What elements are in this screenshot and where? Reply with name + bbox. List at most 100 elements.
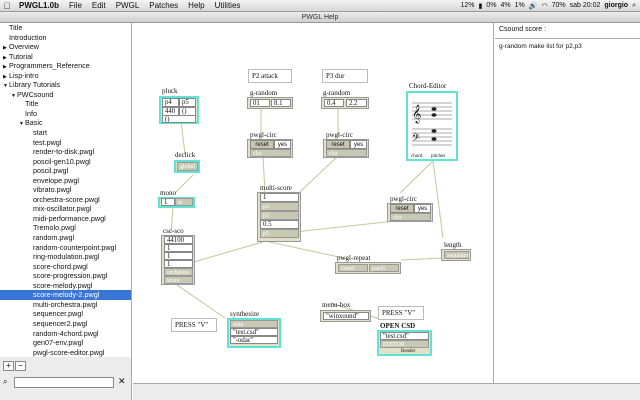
multi-score-in-3[interactable]: p3: [260, 211, 299, 220]
circ-3-yes-button[interactable]: yes: [414, 204, 431, 213]
comment-press-v-1[interactable]: PRESS "V": [171, 318, 217, 332]
open-csd-render[interactable]: Render: [401, 349, 415, 354]
tree-item[interactable]: ▼Library Tutorials: [0, 80, 131, 90]
tree-item[interactable]: poscil.pwgl: [0, 166, 131, 176]
tree-item[interactable]: sequencer2.pwgl: [0, 319, 131, 329]
help-tree[interactable]: Title Introduction ▶ Overview ▶ Tutorial ▶ Prog…: [0, 23, 132, 357]
open-csd-file[interactable]: "test.csd": [380, 332, 429, 340]
circ-3-out[interactable]: clst: [390, 213, 431, 221]
tree-item[interactable]: Tremolo.pwgl: [0, 223, 131, 233]
tree-item[interactable]: ▼Basic: [0, 118, 131, 128]
menu-pwgl[interactable]: PWGL: [111, 1, 145, 10]
csc-sco-in-1[interactable]: 44100: [164, 236, 193, 244]
circ-1-yes-button[interactable]: yes: [274, 140, 291, 149]
menu-patches[interactable]: Patches: [144, 1, 183, 10]
tree-item[interactable]: ▶ Tutorial: [0, 52, 131, 62]
g-random-1-in-2[interactable]: 8.1: [271, 99, 291, 107]
tree-item[interactable]: ▶ Lisp-intro: [0, 71, 131, 81]
patch-canvas[interactable]: P2 attack P3 dur PRESS "V" PRESS "V" plu…: [133, 23, 494, 383]
length-in[interactable]: sequence: [444, 251, 469, 259]
tree-item[interactable]: Introduction: [0, 33, 131, 43]
tree-item[interactable]: score-chord.pwgl: [0, 262, 131, 272]
tree-item[interactable]: ▶ Programmers_Reference: [0, 61, 131, 71]
menu-box-value[interactable]: "winxound": [323, 312, 369, 320]
circ-2-out[interactable]: clst: [326, 149, 367, 157]
mono-in-1[interactable]: 1: [161, 198, 175, 206]
comment-press-v-2[interactable]: PRESS "V": [378, 306, 424, 320]
search-icon[interactable]: ⌕: [632, 2, 636, 10]
menu-edit[interactable]: Edit: [87, 1, 111, 10]
tree-item[interactable]: test.pwgl: [0, 138, 131, 148]
cpu-icon[interactable]: ▮: [479, 2, 483, 10]
tree-item[interactable]: gen07-env.pwgl: [0, 338, 131, 348]
mono-in-2[interactable]: in: [175, 198, 193, 206]
g-random-2-in-1[interactable]: 0.4: [324, 99, 344, 107]
pluck-in-1[interactable]: p4: [162, 98, 179, 107]
circ-2-yes-button[interactable]: yes: [350, 140, 367, 149]
tree-item[interactable]: Info: [0, 109, 131, 119]
clock[interactable]: sab 20:02: [570, 2, 601, 9]
tree-item[interactable]: score-melody-2.pwgl: [0, 290, 131, 300]
menu-file[interactable]: File: [64, 1, 87, 10]
tree-item[interactable]: orchestra-score.pwgl: [0, 195, 131, 205]
tree-item[interactable]: score-melody.pwgl: [0, 281, 131, 291]
tree-item[interactable]: pwgl-score-editor.pwgl: [0, 348, 131, 357]
tree-item[interactable]: multi-orchestra.pwgl: [0, 300, 131, 310]
tree-item[interactable]: Title: [0, 99, 131, 109]
circ-3-reset-button[interactable]: reset: [390, 204, 414, 213]
multi-score-in-5[interactable]: p5: [260, 229, 299, 238]
synthesize-flags[interactable]: "-odac": [230, 336, 278, 344]
window-titlebar[interactable]: PWGL Help: [0, 12, 640, 23]
clear-search-icon[interactable]: ✕: [118, 376, 126, 387]
tree-item[interactable]: sequencer.pwgl: [0, 309, 131, 319]
chord-editor-out-pitches[interactable]: pitches: [431, 154, 445, 159]
tree-item[interactable]: Title: [0, 23, 131, 33]
circ-1-reset-button[interactable]: reset: [250, 140, 274, 149]
synthesize-data[interactable]: data: [230, 320, 278, 328]
tree-item[interactable]: random-counterpoint.pwgl: [0, 243, 131, 253]
synthesize-file[interactable]: "test.csd": [230, 328, 278, 336]
declick-in[interactable]: global: [177, 162, 198, 171]
multi-score-in-1[interactable]: 1: [260, 193, 299, 202]
search-input[interactable]: [14, 377, 114, 388]
multi-score-in-2[interactable]: p2: [260, 202, 299, 211]
volume-icon[interactable]: 🔊: [529, 2, 538, 10]
g-random-1-in-1[interactable]: 01: [250, 99, 270, 107]
tree-item[interactable]: ▼PWCsound: [0, 90, 131, 100]
menu-help[interactable]: Help: [183, 1, 209, 10]
tree-item[interactable]: ▶ Overview: [0, 42, 131, 52]
multi-score-in-4[interactable]: 0.5: [260, 220, 299, 229]
repeat-count[interactable]: count: [338, 264, 368, 272]
tree-item[interactable]: random-4chord.pwgl: [0, 329, 131, 339]
tree-item[interactable]: midi-performance.pwgl: [0, 214, 131, 224]
csc-sco-orchestra[interactable]: orchestra: [164, 268, 193, 276]
pluck-in-5[interactable]: (): [162, 115, 196, 123]
comment-p2-attack[interactable]: P2 attack: [248, 69, 292, 83]
tree-item[interactable]: render-to-disk.pwgl: [0, 147, 131, 157]
g-random-2-in-2[interactable]: 2.2: [346, 99, 367, 107]
tree-item[interactable]: poscil-gen10.pwgl: [0, 157, 131, 167]
repeat-patch[interactable]: patch: [369, 264, 399, 272]
circ-2-reset-button[interactable]: reset: [326, 140, 350, 149]
menu-utilities[interactable]: Utilities: [210, 1, 246, 10]
csc-sco-in-3[interactable]: 1: [164, 252, 193, 260]
tree-item[interactable]: envelope.pwgl: [0, 176, 131, 186]
menu-app-name[interactable]: PWGL1.0b: [14, 1, 64, 10]
comment-p3-dur[interactable]: P3 dur: [322, 69, 368, 83]
tree-item[interactable]: mix-oscillator.pwgl: [0, 204, 131, 214]
chord-editor-out-chord[interactable]: chord: [411, 154, 422, 159]
circ-1-out[interactable]: clst: [250, 149, 291, 157]
tree-item[interactable]: ring-modulation.pwgl: [0, 252, 131, 262]
apple-icon[interactable]: : [0, 1, 14, 11]
tree-item[interactable]: score-progression.pwgl: [0, 271, 131, 281]
csc-sco-in-4[interactable]: 1: [164, 260, 193, 268]
user-name[interactable]: giorgio: [604, 2, 628, 9]
wifi-icon[interactable]: ◠: [541, 2, 547, 10]
pluck-in-2[interactable]: p5: [179, 98, 196, 107]
csc-sco-score[interactable]: score: [164, 276, 193, 284]
csc-sco-in-2[interactable]: 1: [164, 244, 193, 252]
open-csd-editor[interactable]: EDITOR: [380, 340, 429, 348]
tree-item[interactable]: vibrato.pwgl: [0, 185, 131, 195]
remove-button[interactable]: −: [15, 361, 26, 371]
tree-item[interactable]: start: [0, 128, 131, 138]
